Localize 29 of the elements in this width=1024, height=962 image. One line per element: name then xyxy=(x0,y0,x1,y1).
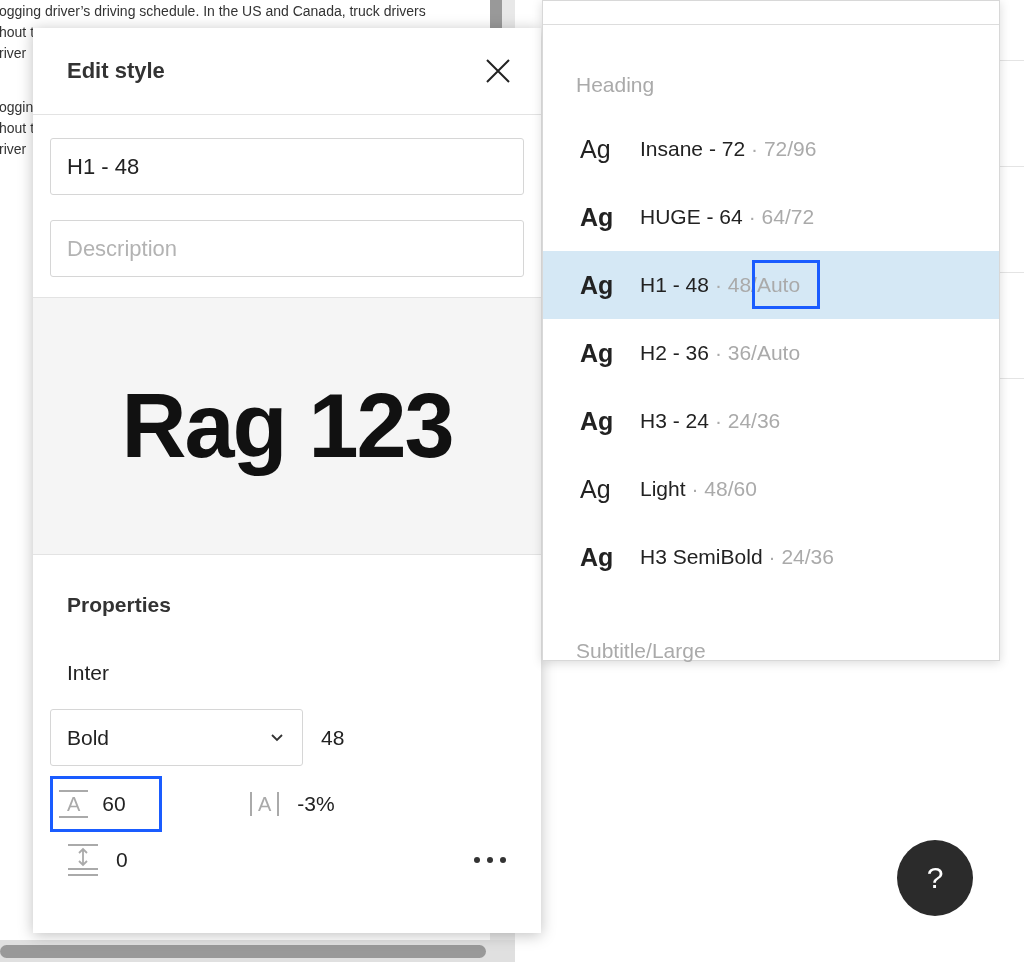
style-item[interactable]: Ag H2 - 36 · 36/Auto xyxy=(543,319,999,387)
more-icon[interactable] xyxy=(473,856,507,864)
style-item[interactable]: Ag Insane - 72 · 72/96 xyxy=(543,115,999,183)
letter-spacing-value[interactable]: -3% xyxy=(297,792,335,816)
document-text: oggin xyxy=(0,98,35,117)
document-text: river xyxy=(0,44,28,63)
close-icon[interactable] xyxy=(485,58,511,84)
group-title: Subtitle/Large xyxy=(576,639,706,663)
style-item[interactable]: Ag HUGE - 64 · 64/72 xyxy=(543,183,999,251)
scrollbar-thumb[interactable] xyxy=(0,944,486,958)
line-height-field[interactable]: A 60 xyxy=(50,776,162,832)
style-item[interactable]: Ag Light · 48/60 xyxy=(543,455,999,523)
section-title: Properties xyxy=(67,593,172,617)
font-size-value[interactable]: 48 xyxy=(321,725,345,750)
help-button[interactable]: ? xyxy=(897,840,973,916)
panel-title: Edit style xyxy=(67,58,165,84)
chevron-icon xyxy=(270,733,284,742)
document-text: ogging driver’s driving schedule. In the US and Canada, truck drivers xyxy=(0,2,427,21)
paragraph-spacing-value[interactable]: 0 xyxy=(116,848,473,872)
style-item[interactable]: Ag H3 SemiBold · 24/36 xyxy=(543,523,999,591)
font-weight-dropdown[interactable]: Bold xyxy=(50,709,303,766)
preview-text: Rag 123 xyxy=(121,374,453,478)
style-item[interactable]: Ag H3 - 24 · 24/36 xyxy=(543,387,999,455)
document-text: river xyxy=(0,140,28,159)
group-title: Heading xyxy=(576,73,655,97)
name-field[interactable]: H1 - 48 xyxy=(50,138,524,195)
paragraph-spacing-icon xyxy=(67,844,99,876)
description-field[interactable]: Description xyxy=(50,220,524,277)
font-family[interactable]: Inter xyxy=(67,661,110,685)
